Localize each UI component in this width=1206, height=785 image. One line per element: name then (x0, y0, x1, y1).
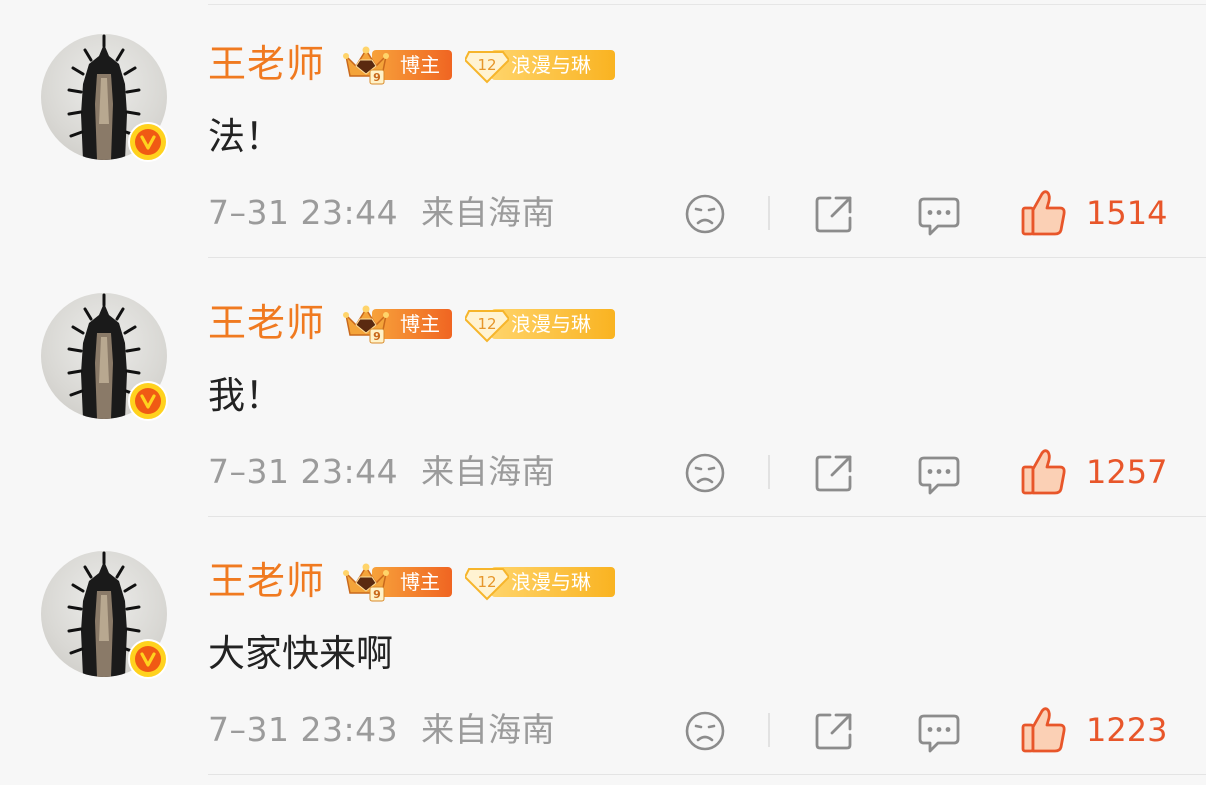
crown-icon: 9 (343, 46, 389, 85)
fan-badge-label: 浪漫与琳 (511, 53, 591, 77)
comment-divider (208, 257, 1206, 258)
svg-text:9: 9 (373, 330, 381, 343)
verified-v-icon (128, 639, 168, 679)
action-divider (768, 196, 770, 230)
comment-item: 王老师 9 博主 12 浪漫与琳 我！ 7–31 23:44 来自海南 1257 (0, 259, 1206, 517)
blogger-badge-label: 博主 (400, 570, 440, 594)
location: 来自海南 (421, 452, 556, 491)
fan-diamond-icon: 12 (465, 568, 509, 601)
fan-level: 12 (477, 56, 496, 74)
username[interactable]: 王老师 (208, 555, 325, 607)
thumbs-up-icon[interactable] (1020, 188, 1068, 238)
fan-badge[interactable]: 12 浪漫与琳 (465, 303, 617, 343)
comment-meta: 7–31 23:43 来自海南 (208, 707, 555, 753)
thumbs-up-icon[interactable] (1020, 705, 1068, 755)
fan-level: 12 (477, 573, 496, 591)
comment-item: 王老师 9 博主 12 浪漫与琳 大家快来啊 7–31 23:43 来自海南 1… (0, 517, 1206, 775)
comment-item: 王老师 9 博主 12 浪漫与琳 法！ 7–31 23:44 来自海南 1514 (0, 0, 1206, 258)
username[interactable]: 王老师 (208, 297, 325, 349)
share-icon[interactable] (812, 709, 856, 753)
crown-icon: 9 (343, 563, 389, 602)
fan-badge[interactable]: 12 浪漫与琳 (465, 44, 617, 84)
dislike-face-icon[interactable] (683, 451, 727, 495)
dislike-face-icon[interactable] (683, 192, 727, 236)
share-icon[interactable] (812, 451, 856, 495)
like-count[interactable]: 1257 (1086, 449, 1167, 495)
location: 来自海南 (421, 193, 556, 232)
fan-badge[interactable]: 12 浪漫与琳 (465, 561, 617, 601)
crown-icon: 9 (343, 305, 389, 344)
comment-divider (208, 774, 1206, 775)
reply-icon[interactable] (916, 709, 962, 755)
fan-diamond-icon: 12 (465, 310, 509, 343)
dislike-face-icon[interactable] (683, 709, 727, 753)
comment-text: 大家快来啊 (208, 632, 393, 675)
verified-v-icon (128, 122, 168, 162)
timestamp: 7–31 23:43 (208, 710, 399, 749)
fan-level: 12 (477, 315, 496, 333)
comment-text: 法！ (208, 115, 282, 158)
comment-text: 我！ (208, 374, 282, 417)
blogger-badge-label: 博主 (400, 312, 440, 336)
svg-text:9: 9 (373, 588, 381, 601)
share-icon[interactable] (812, 192, 856, 236)
blogger-badge-label: 博主 (400, 53, 440, 77)
comment-meta: 7–31 23:44 来自海南 (208, 190, 555, 236)
thumbs-up-icon[interactable] (1020, 447, 1068, 497)
action-divider (768, 713, 770, 747)
blogger-badge[interactable]: 9 博主 (342, 303, 454, 344)
reply-icon[interactable] (916, 192, 962, 238)
fan-badge-label: 浪漫与琳 (511, 570, 591, 594)
reply-icon[interactable] (916, 451, 962, 497)
like-count[interactable]: 1223 (1086, 707, 1167, 753)
like-count[interactable]: 1514 (1086, 190, 1167, 236)
timestamp: 7–31 23:44 (208, 193, 399, 232)
fan-badge-label: 浪漫与琳 (511, 312, 591, 336)
fan-diamond-icon: 12 (465, 51, 509, 84)
verified-v-icon (128, 381, 168, 421)
blogger-badge[interactable]: 9 博主 (342, 44, 454, 85)
username[interactable]: 王老师 (208, 38, 325, 90)
comment-meta: 7–31 23:44 来自海南 (208, 449, 555, 495)
svg-text:9: 9 (373, 71, 381, 84)
timestamp: 7–31 23:44 (208, 452, 399, 491)
blogger-badge[interactable]: 9 博主 (342, 561, 454, 602)
action-divider (768, 455, 770, 489)
location: 来自海南 (421, 710, 556, 749)
